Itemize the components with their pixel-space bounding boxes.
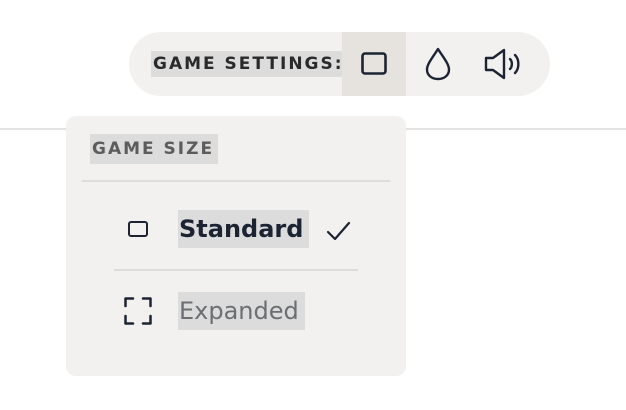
expand-corners-icon <box>124 297 152 325</box>
game-size-dropdown: GAME SIZE Standard Expanded <box>66 116 406 376</box>
option-divider <box>114 269 358 271</box>
heading-divider <box>82 180 390 182</box>
option-label: Expanded <box>178 292 305 330</box>
checkmark-icon <box>326 221 351 241</box>
dropdown-heading: GAME SIZE <box>90 134 219 164</box>
option-label: Standard <box>178 210 310 248</box>
option-standard[interactable]: Standard <box>106 194 376 264</box>
theme-button[interactable] <box>410 32 466 96</box>
droplet-icon <box>425 47 451 81</box>
game-settings-screen: GAME SETTINGS: GAME SIZE Standard Expand… <box>0 0 626 410</box>
game-settings-label: GAME SETTINGS: <box>151 51 346 77</box>
game-size-button[interactable] <box>342 32 406 96</box>
square-icon <box>361 52 387 75</box>
square-icon <box>128 221 148 237</box>
speaker-volume-icon <box>484 48 520 80</box>
sound-button[interactable] <box>474 32 534 96</box>
option-expanded[interactable]: Expanded <box>106 276 376 346</box>
